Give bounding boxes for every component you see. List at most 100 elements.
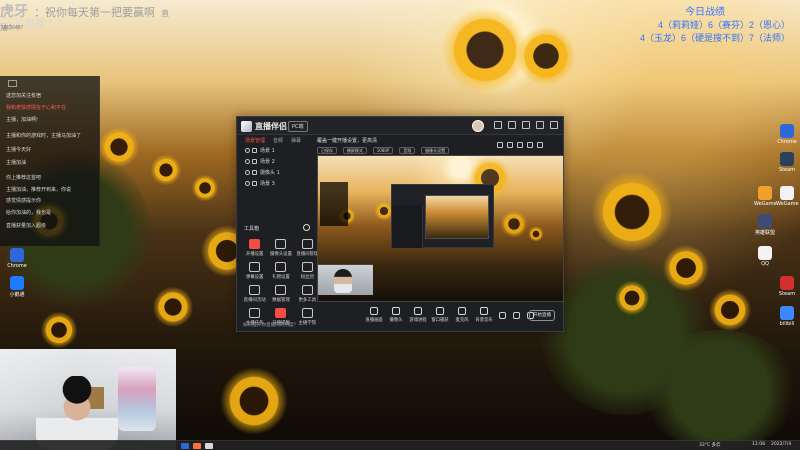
gift-icon (275, 262, 287, 272)
tool-item[interactable]: 直播间管理 (296, 237, 319, 257)
bottom-tool[interactable]: 麦克风 (453, 307, 471, 323)
tab-scene-management[interactable]: 场景管理 (245, 137, 265, 144)
wegame-icon (780, 186, 794, 200)
chat-window-icon (8, 80, 17, 87)
tool-item[interactable]: 数据管理 (269, 283, 292, 303)
desktop-icon-app[interactable]: Chrome (6, 248, 28, 276)
setting-chip[interactable]: 横屏模式 (342, 147, 367, 154)
bottom-tool[interactable]: 背景音乐 (475, 307, 493, 323)
tool-label: 开播设置 (245, 252, 264, 257)
setting-chip[interactable]: 1080P (372, 147, 394, 154)
desktop-icon-app[interactable]: WeGame (754, 186, 777, 214)
setting-chip[interactable]: 音频 (399, 147, 416, 154)
tool-item[interactable]: 开播设置 (243, 237, 266, 257)
bottom-tool[interactable]: 窗口捕获 (431, 307, 449, 323)
scene-item[interactable]: 场景 1 (243, 147, 311, 155)
desktop-icon-app[interactable]: Steam (776, 152, 798, 180)
app-title: 直播伴侣 (255, 122, 287, 131)
tab-audio[interactable]: 音频 (273, 137, 283, 144)
chat-line: 主播加油，推荐开到来，你说 (6, 187, 72, 193)
tool-item[interactable]: 直播间活动 (243, 283, 266, 303)
tool-label: 直播间活动 (243, 298, 266, 303)
desktop-icon-app[interactable]: Steam (776, 276, 798, 304)
desktop-icon-app[interactable]: 小鹅通 (6, 276, 28, 304)
chat-line: 给你加油的，我也是 (6, 210, 52, 216)
app-icon[interactable] (193, 443, 201, 449)
scene-item[interactable]: 场景 2 (243, 158, 311, 166)
sunflower (40, 311, 78, 349)
tool-grid: 开播设置 摄像头设置 直播间管理 弹幕设置 礼物设置 粉丝团 直播间活动 数据管… (243, 237, 319, 326)
tool-item[interactable]: 礼物设置 (269, 260, 292, 280)
stream-overlay-top-left: 虎牙 ：祝你每天第一把要赢啊 直播！！ 大学 直播 ！！ 16156497 (0, 0, 190, 32)
bottom-tool-label: 背景音乐 (475, 318, 493, 323)
message-icon[interactable] (494, 121, 502, 129)
tool-item[interactable]: 粉丝团 (296, 260, 319, 280)
bottom-tool-label: 麦克风 (455, 318, 469, 323)
scene-item[interactable]: 场景 3 (243, 180, 311, 188)
eye-icon (245, 159, 250, 164)
broadcast-icon (249, 239, 261, 249)
scene-label: 摄像头 1 (260, 170, 280, 176)
lock-icon (252, 170, 257, 175)
grid-icon[interactable] (517, 142, 523, 148)
mail-icon[interactable] (508, 121, 516, 129)
tab-danmaku[interactable]: 弹幕 (291, 137, 301, 144)
minimize-icon[interactable] (536, 121, 544, 129)
desktop-icon-label: Steam (778, 167, 796, 173)
setting-chip[interactable]: 摄像头设置 (421, 147, 450, 154)
main-icon-strip (497, 142, 553, 150)
desktop-icon-app[interactable]: 英雄联盟 (754, 214, 776, 242)
scene-list: 场景 1 场景 2 摄像头 1 场景 3 (243, 147, 311, 191)
academy-icon (301, 308, 313, 318)
activity-icon (249, 285, 261, 295)
camera-toggle-icon[interactable] (499, 312, 506, 319)
lock-icon[interactable] (507, 142, 513, 148)
chrome-icon[interactable] (181, 443, 189, 449)
sunflower (500, 210, 528, 238)
tool-item[interactable]: 弹幕设置 (243, 260, 266, 280)
stream-preview[interactable] (317, 155, 564, 302)
desktop-icon-label: 英雄联盟 (754, 230, 775, 236)
desktop-icon-app[interactable]: Chrome (776, 124, 798, 152)
bottom-tool[interactable]: 直播画面 (365, 307, 383, 323)
lock-icon (252, 159, 257, 164)
wegame-icon (758, 186, 772, 200)
tool-item[interactable]: 摄像头设置 (269, 237, 292, 257)
scene-label: 场景 3 (260, 181, 275, 187)
desktop-icon-label: 小鹅通 (9, 292, 25, 298)
bottom-tool[interactable]: 摄像头 (387, 307, 405, 323)
share-icon[interactable] (537, 142, 543, 148)
tool-item[interactable]: 主播学院 (296, 306, 319, 326)
screen-icon (370, 307, 378, 315)
qq-icon (758, 246, 772, 260)
bottom-tool[interactable]: 游戏进程 (409, 307, 427, 323)
bottom-tool-label: 直播画面 (365, 318, 383, 323)
message-icon[interactable] (527, 142, 533, 148)
leaf-shadow (640, 330, 800, 450)
scene-label: 场景 1 (260, 148, 275, 154)
chat-line: 我和老铁感情在于心和不在 (6, 105, 67, 111)
layout-icon[interactable] (497, 142, 503, 148)
scene-item[interactable]: 摄像头 1 (243, 169, 311, 177)
tool-label: 摄像头设置 (270, 252, 292, 257)
streaming-app-window[interactable]: 直播伴侣 PC端 场景管理 音频 弹幕 场景 1 场景 2 摄像头 1 场景 3… (236, 116, 564, 332)
desktop-icon-app[interactable]: QQ (754, 246, 776, 274)
microphone-icon (458, 307, 466, 315)
settings-icon[interactable] (522, 121, 530, 129)
close-icon[interactable] (550, 121, 558, 129)
audio-toggle-icon[interactable] (513, 312, 520, 319)
toolbox-title: 工具箱 (244, 226, 260, 232)
folder-icon[interactable] (205, 443, 213, 449)
room-icon (301, 239, 313, 249)
desktop-icon-app[interactable]: WeGame (776, 186, 799, 214)
setting-chip[interactable]: 已保存 (317, 147, 337, 154)
avatar[interactable] (472, 120, 484, 132)
app-title-bar: 直播伴侣 PC端 (237, 117, 563, 135)
desktop-icon-app[interactable]: bilibili (776, 306, 798, 334)
music-icon (480, 307, 488, 315)
tool-item[interactable]: 更多工具 (296, 283, 319, 303)
nested-app-preview (391, 184, 494, 248)
start-stream-button[interactable]: 开始直播 (529, 310, 555, 321)
main-top-bar: 覆盖一键开播设置，更高清 已保存 横屏模式 1080P 音频 摄像头设置 (317, 136, 553, 154)
toolbox-settings-icon[interactable] (303, 224, 310, 231)
